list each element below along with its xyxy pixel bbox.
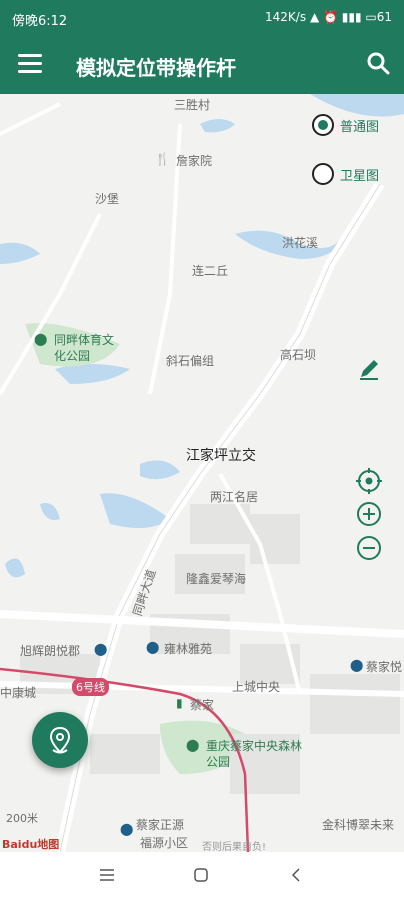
battery-level: 61 <box>376 10 392 24</box>
status-bar: 傍晚6:12 142K/s ▲ ⏰ ▮▮▮ ▭61 <box>0 0 404 36</box>
park-icon: ⬤ <box>34 332 48 346</box>
residence-icon: ⬤ <box>94 642 108 656</box>
signal-icon: ▲ ⏰ ▮▮▮ <box>309 10 362 24</box>
map-label: 高石坝 <box>280 348 317 362</box>
minus-circle-icon[interactable] <box>356 535 382 561</box>
map-label: 斜石偏组 <box>166 354 215 368</box>
map-label: 两江名居 <box>210 490 259 504</box>
map-label: 蔡家悦 <box>366 660 403 674</box>
residence-icon: ⬤ <box>120 822 134 836</box>
app-title: 模拟定位带操作杆 <box>76 56 236 80</box>
map-type-normal-radio[interactable] <box>312 114 334 136</box>
location-fab-button[interactable] <box>32 712 88 768</box>
footer-note: 否则后果自负! <box>202 842 267 852</box>
map-label: 沙堡 <box>95 192 120 206</box>
search-icon[interactable] <box>366 51 390 79</box>
map-label: 连二丘 <box>192 264 229 278</box>
menu-icon[interactable] <box>18 54 42 74</box>
map-type-satellite-radio[interactable] <box>312 163 334 185</box>
metro-station-icon: ▮ <box>176 696 183 710</box>
location-pin-icon <box>49 726 71 754</box>
restaurant-icon: 🍴 <box>155 152 170 166</box>
map-label: 福源小区 <box>140 836 189 850</box>
residence-icon: ⬤ <box>146 640 160 654</box>
crosshair-icon[interactable] <box>356 468 382 494</box>
home-icon[interactable] <box>192 866 210 888</box>
map-label: 中康城 <box>0 686 37 700</box>
map-label: 三胜村 <box>174 98 211 112</box>
network-speed: 142K/s <box>265 10 307 24</box>
map-type-satellite-label[interactable]: 卫星图 <box>340 165 379 184</box>
park-icon: ⬤ <box>186 738 200 752</box>
system-nav-bar <box>0 852 404 900</box>
map-label: 同畔体育文化公园 <box>54 333 115 363</box>
recent-apps-icon[interactable] <box>98 866 116 888</box>
map-label: 旭辉朗悦郡 <box>20 644 81 658</box>
residence-icon: ⬤ <box>350 658 364 672</box>
map-label: 蔡家正源 <box>136 818 185 832</box>
map-type-normal-label[interactable]: 普通图 <box>340 116 379 135</box>
map-label: 雍林雅苑 <box>164 642 213 656</box>
plus-circle-icon[interactable] <box>356 501 382 527</box>
map-label: 詹家院 <box>176 154 213 168</box>
map-label: 洪花溪 <box>282 236 319 250</box>
back-icon[interactable] <box>288 866 306 888</box>
baidu-logo: Baidu地图 <box>2 838 60 851</box>
map-label: 隆鑫爱琴海 <box>186 572 247 586</box>
battery-icon: ▭61 <box>365 10 392 24</box>
map-label: 蔡家 <box>190 698 215 712</box>
map-label: 江家坪立交 <box>186 448 256 464</box>
status-time: 傍晚6:12 <box>12 14 68 29</box>
map-label: 上城中央 <box>232 680 281 694</box>
scale-label: 200米 <box>6 812 38 825</box>
metro-line-badge: 6号线 <box>72 678 109 696</box>
map-label: 重庆蔡家中央森林公园 <box>206 739 303 769</box>
map-label: 金科博翠未来 <box>322 818 395 832</box>
pencil-icon[interactable] <box>356 356 382 382</box>
app-bar: 模拟定位带操作杆 <box>0 36 404 94</box>
status-right: 142K/s ▲ ⏰ ▮▮▮ ▭61 <box>265 10 392 24</box>
